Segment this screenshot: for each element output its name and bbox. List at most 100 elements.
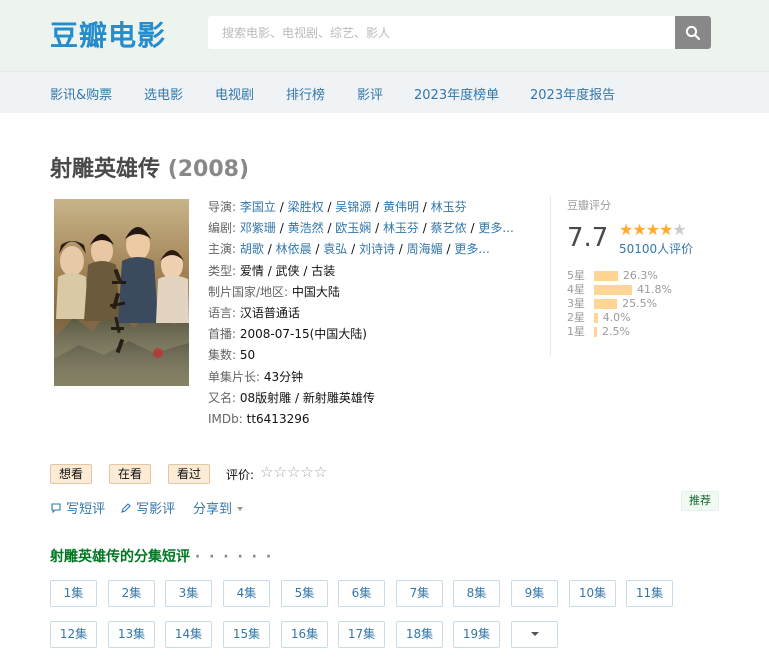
info-cast: 主演: 胡歌 / 林依晨 / 袁弘 / 刘诗诗 / 周海媚 / 更多... <box>208 242 490 257</box>
aka-label: 又名: <box>208 390 237 405</box>
director-link[interactable]: 黄伟明 <box>383 200 419 214</box>
writer-link[interactable]: 邓紫珊 <box>240 221 276 235</box>
cast-link[interactable]: 林依晨 <box>276 242 312 256</box>
writer-label: 编剧 <box>208 221 233 236</box>
writer-link[interactable]: 欧玉娴 <box>335 221 371 235</box>
info-episodes: 集数: 50 <box>208 345 538 366</box>
premiere-label: 首播: <box>208 327 237 342</box>
dist-bar <box>594 271 618 281</box>
rating-dist-row: 1星 2.5% <box>567 325 717 339</box>
episode-button[interactable]: 5集 <box>281 580 328 607</box>
search-input[interactable] <box>208 16 675 49</box>
episodes-expand-button[interactable] <box>511 621 558 648</box>
episode-button[interactable]: 8集 <box>453 580 500 607</box>
writer-link[interactable]: 林玉芬 <box>383 221 419 235</box>
cast-label: 主演 <box>208 242 233 257</box>
movie-info: 导演: 李国立 / 梁胜权 / 吴锦源 / 黄伟明 / 林玉芬 编剧: 邓紫珊 … <box>208 197 538 430</box>
director-link[interactable]: 林玉芬 <box>431 200 467 214</box>
write-short-review-label: 写短评 <box>66 502 106 517</box>
cast-link[interactable]: 周海媚 <box>407 242 443 256</box>
poster-image[interactable] <box>54 199 189 386</box>
dist-label: 4星 <box>567 283 585 296</box>
director-link[interactable]: 吴锦源 <box>335 200 371 214</box>
episode-button[interactable]: 15集 <box>223 621 270 648</box>
episode-button[interactable]: 2集 <box>108 580 155 607</box>
rate-star-icon[interactable]: ☆ <box>260 463 273 481</box>
dist-bar <box>594 313 598 323</box>
rate-star-icon[interactable]: ☆ <box>300 463 313 481</box>
genre-label: 类型: <box>208 263 237 278</box>
nav-item-tv[interactable]: 电视剧 <box>215 84 254 103</box>
dist-percent: 25.5% <box>622 297 658 310</box>
episode-button[interactable]: 6集 <box>338 580 385 607</box>
language-label: 语言: <box>208 306 237 321</box>
writer-link[interactable]: 黄浩然 <box>288 221 324 235</box>
nav-item-reviews[interactable]: 影评 <box>357 84 383 103</box>
episode-button[interactable]: 12集 <box>50 621 97 648</box>
rate-star-icon[interactable]: ☆ <box>314 463 327 481</box>
episode-button[interactable]: 10集 <box>569 580 616 607</box>
share-label: 分享到 <box>193 502 233 517</box>
watched-button[interactable]: 看过 <box>168 464 211 484</box>
episode-button[interactable]: 16集 <box>281 621 328 648</box>
cast-link[interactable]: 刘诗诗 <box>359 242 395 256</box>
nav-item-charts[interactable]: 排行榜 <box>286 84 325 103</box>
episode-button[interactable]: 4集 <box>223 580 270 607</box>
nav-item-2023-report[interactable]: 2023年度报告 <box>530 84 615 103</box>
episode-button[interactable]: 14集 <box>165 621 212 648</box>
episode-button[interactable]: 3集 <box>165 580 212 607</box>
cast-more-link[interactable]: 更多... <box>454 242 489 256</box>
episode-button[interactable]: 19集 <box>453 621 500 648</box>
cast-link[interactable]: 袁弘 <box>323 242 347 256</box>
rating-votes-link[interactable]: 50100人评价 <box>619 240 693 257</box>
dist-label: 2星 <box>567 311 585 324</box>
watching-button[interactable]: 在看 <box>109 464 152 484</box>
rating-score: 7.7 <box>567 223 609 253</box>
episode-button[interactable]: 11集 <box>626 580 673 607</box>
page-title: 射雕英雄传 (2008) <box>50 151 249 183</box>
nav-item-2023-list[interactable]: 2023年度榜单 <box>414 84 499 103</box>
comment-icon <box>51 503 61 514</box>
my-rating-stars: ☆☆☆☆☆ <box>260 463 327 481</box>
episode-button[interactable]: 7集 <box>396 580 443 607</box>
director-link[interactable]: 李国立 <box>240 200 276 214</box>
imdb-value: tt6413296 <box>246 412 310 427</box>
episodes-section-title: 射雕英雄传的分集短评 · · · · · · <box>50 546 273 566</box>
writer-link[interactable]: 蔡艺侬 <box>431 221 467 235</box>
write-short-review-link[interactable]: 写短评 <box>50 498 105 517</box>
info-writers: 编剧: 邓紫珊 / 黄浩然 / 欧玉娴 / 林玉芬 / 蔡艺侬 / 更多... <box>208 221 514 236</box>
rate-star-icon[interactable]: ☆ <box>287 463 300 481</box>
director-link[interactable]: 梁胜权 <box>288 200 324 214</box>
poster-artwork <box>54 199 189 386</box>
writer-more-link[interactable]: 更多... <box>478 221 513 235</box>
episode-button[interactable]: 1集 <box>50 580 97 607</box>
aka-value: 08版射雕 / 新射雕英雄传 <box>239 390 375 405</box>
imdb-label: IMDb: <box>208 412 243 427</box>
episode-button[interactable]: 17集 <box>338 621 385 648</box>
info-runtime: 单集片长: 43分钟 <box>208 367 538 388</box>
runtime-value: 43分钟 <box>263 369 304 384</box>
cast-link[interactable]: 胡歌 <box>240 242 264 256</box>
recommend-button[interactable]: 推荐 <box>681 491 719 511</box>
nav-bar: 影讯&购票 选电影 电视剧 排行榜 影评 2023年度榜单 2023年度报告 <box>0 71 769 113</box>
search-button[interactable] <box>675 16 711 49</box>
info-directors: 导演: 李国立 / 梁胜权 / 吴锦源 / 黄伟明 / 林玉芬 <box>208 200 467 214</box>
star-filled-icon: ★ <box>645 220 660 239</box>
want-to-watch-button[interactable]: 想看 <box>50 464 93 484</box>
language-value: 汉语普通话 <box>239 306 300 321</box>
dist-bar <box>594 327 597 337</box>
info-language: 语言: 汉语普通话 <box>208 303 538 324</box>
country-label: 制片国家/地区: <box>208 284 289 299</box>
episode-button[interactable]: 18集 <box>396 621 443 648</box>
title-dots: · · · · · · <box>194 549 274 565</box>
episode-button[interactable]: 9集 <box>511 580 558 607</box>
episode-button[interactable]: 13集 <box>108 621 155 648</box>
dist-bar <box>594 299 618 309</box>
douban-movie-logo[interactable]: 豆瓣电影 <box>50 14 166 54</box>
write-review-link[interactable]: 写影评 <box>120 498 175 517</box>
share-dropdown[interactable]: 分享到 <box>193 498 244 517</box>
nav-item-movies[interactable]: 选电影 <box>144 84 183 103</box>
rate-star-icon[interactable]: ☆ <box>273 463 286 481</box>
info-aka: 又名: 08版射雕 / 新射雕英雄传 <box>208 388 538 409</box>
nav-item-tickets[interactable]: 影讯&购票 <box>50 84 112 103</box>
